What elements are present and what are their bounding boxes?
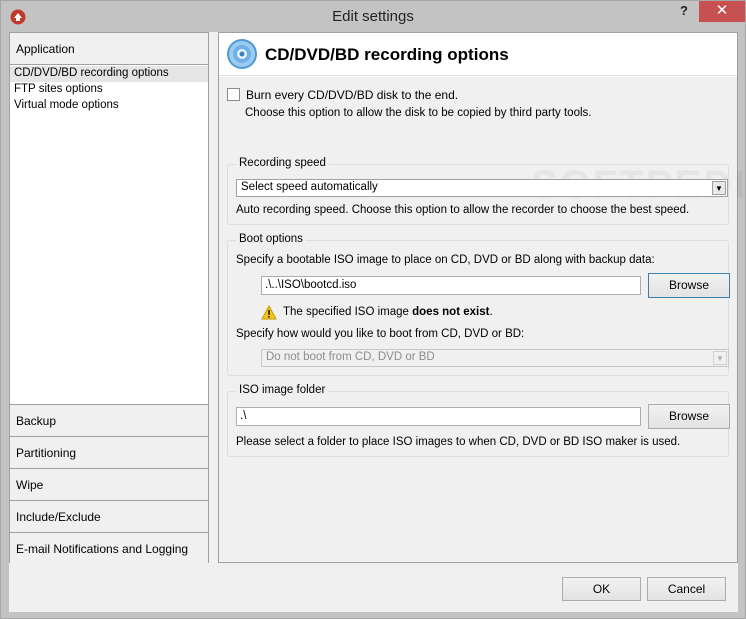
iso-folder-group: ISO image folder .\ Browse Please select… xyxy=(227,384,730,457)
window-title: Edit settings xyxy=(332,8,414,25)
edit-settings-window: Edit settings ? ✕ Application CD/DVD/BD … xyxy=(0,0,746,619)
boot-method-prompt: Specify how would you like to boot from … xyxy=(236,328,525,340)
settings-panel: CD/DVD/BD recording options SOFTPEDIA Bu… xyxy=(218,32,746,563)
burn-to-end-label: Burn every CD/DVD/BD disk to the end. xyxy=(246,88,459,102)
chevron-down-icon[interactable]: ▼ xyxy=(713,351,727,365)
recording-speed-group: Recording speed Select speed automatical… xyxy=(227,157,729,225)
nav-item-cd-dvd-bd-recording[interactable]: CD/DVD/BD recording options xyxy=(10,66,208,82)
boot-browse-button[interactable]: Browse xyxy=(648,273,730,298)
dialog-client-area: Application CD/DVD/BD recording options … xyxy=(9,32,746,612)
boot-options-legend: Boot options xyxy=(236,233,306,245)
close-button[interactable]: ✕ xyxy=(699,1,745,22)
cancel-button[interactable]: Cancel xyxy=(647,577,726,601)
iso-folder-hint: Please select a folder to place ISO imag… xyxy=(236,436,681,448)
ok-button[interactable]: OK xyxy=(562,577,641,601)
settings-navigation: Application CD/DVD/BD recording options … xyxy=(9,32,209,564)
nav-group-email-notifications[interactable]: E-mail Notifications and Logging xyxy=(10,532,208,564)
burn-to-end-option[interactable]: Burn every CD/DVD/BD disk to the end. xyxy=(227,88,458,102)
nav-group-include-exclude[interactable]: Include/Exclude xyxy=(10,500,208,532)
nav-lower-groups: Backup Partitioning Wipe Include/Exclude… xyxy=(10,404,208,564)
recording-speed-value: Select speed automatically xyxy=(241,181,378,193)
title-bar[interactable]: Edit settings ? ✕ xyxy=(1,1,745,32)
boot-method-select[interactable]: Do not boot from CD, DVD or BD ▼ xyxy=(261,349,729,367)
iso-folder-legend: ISO image folder xyxy=(236,384,329,396)
iso-folder-path-input[interactable]: .\ xyxy=(236,407,641,426)
warning-emphasis: does not exist xyxy=(412,306,490,318)
recording-speed-select[interactable]: Select speed automatically ▼ xyxy=(236,179,728,197)
cd-disc-icon xyxy=(227,39,257,69)
nav-item-ftp-sites[interactable]: FTP sites options xyxy=(10,82,208,98)
burn-to-end-checkbox[interactable] xyxy=(227,88,240,101)
recording-speed-legend: Recording speed xyxy=(236,157,329,169)
boot-method-value: Do not boot from CD, DVD or BD xyxy=(266,351,435,363)
page-title: CD/DVD/BD recording options xyxy=(265,45,509,64)
warning-icon xyxy=(261,305,277,320)
warning-period: . xyxy=(489,306,493,318)
panel-header: CD/DVD/BD recording options xyxy=(219,33,737,76)
recording-speed-hint: Auto recording speed. Choose this option… xyxy=(236,204,690,216)
nav-group-wipe[interactable]: Wipe xyxy=(10,468,208,500)
boot-iso-prompt: Specify a bootable ISO image to place on… xyxy=(236,254,655,266)
iso-browse-button[interactable]: Browse xyxy=(648,404,730,429)
nav-item-list: CD/DVD/BD recording options FTP sites op… xyxy=(10,66,208,114)
boot-options-group: Boot options Specify a bootable ISO imag… xyxy=(227,233,730,376)
nav-group-partitioning[interactable]: Partitioning xyxy=(10,436,208,468)
burn-to-end-hint: Choose this option to allow the disk to … xyxy=(245,107,592,119)
boot-iso-warning: The specified ISO image does not exist. xyxy=(283,306,493,318)
nav-item-virtual-mode[interactable]: Virtual mode options xyxy=(10,98,208,114)
nav-group-backup[interactable]: Backup xyxy=(10,404,208,436)
panel-content: SOFTPEDIA Burn every CD/DVD/BD disk to t… xyxy=(219,77,746,562)
boot-iso-path-input[interactable]: .\..\ISO\bootcd.iso xyxy=(261,276,641,295)
nav-group-application[interactable]: Application xyxy=(10,33,208,65)
chevron-down-icon[interactable]: ▼ xyxy=(712,181,726,195)
help-button[interactable]: ? xyxy=(671,1,697,22)
warning-text: The specified ISO image xyxy=(283,306,413,318)
